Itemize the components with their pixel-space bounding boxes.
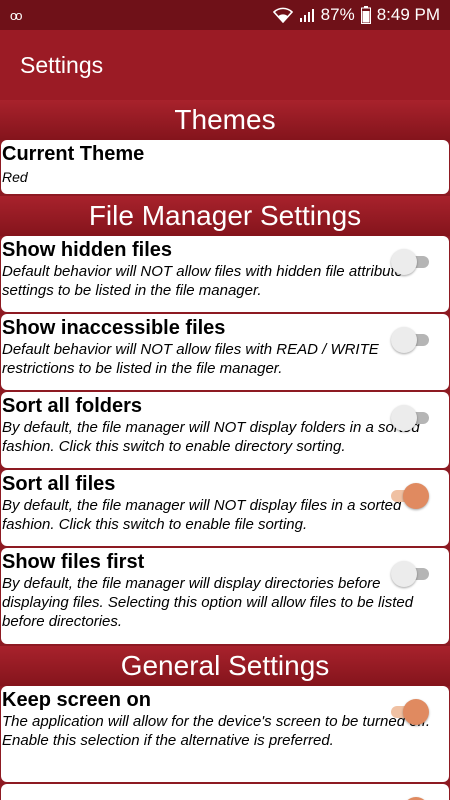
- show-files-first-toggle[interactable]: [391, 560, 429, 587]
- battery-percent: 87%: [320, 5, 355, 24]
- setting-description: Default behavior will NOT allow files wi…: [2, 263, 404, 299]
- setting-toggle[interactable]: [391, 796, 429, 800]
- setting-description: Default behavior will NOT allow files wi…: [2, 341, 379, 377]
- setting-title: Sort all folders: [2, 395, 143, 417]
- setting-show-inaccessible-files[interactable]: Show inaccessible files Default behavior…: [1, 314, 449, 390]
- keep-screen-on-toggle[interactable]: [391, 698, 429, 725]
- section-header-themes: Themes: [0, 100, 450, 140]
- voicemail-icon: oo: [10, 7, 23, 23]
- setting-description: By default, the file manager will NOT di…: [2, 497, 402, 533]
- setting-sort-all-folders[interactable]: Sort all folders By default, the file ma…: [1, 392, 449, 468]
- battery-icon: [360, 6, 371, 24]
- show-hidden-files-toggle[interactable]: [391, 248, 429, 275]
- sort-all-files-toggle[interactable]: [391, 482, 429, 509]
- setting-current-theme[interactable]: Current Theme Red: [1, 140, 449, 194]
- sort-all-folders-toggle[interactable]: [391, 404, 429, 431]
- settings-list[interactable]: Themes Current Theme Red File Manager Se…: [0, 100, 450, 800]
- status-bar: oo 87% 8:49 PM: [0, 0, 450, 30]
- setting-title: Show hidden files: [2, 239, 173, 261]
- wifi-icon: [272, 7, 293, 23]
- setting-description: The application will allow for the devic…: [2, 713, 431, 749]
- setting-description: By default, the file manager will displa…: [2, 575, 414, 630]
- setting-partially-visible[interactable]: [1, 784, 449, 800]
- setting-title: Keep screen on: [2, 689, 151, 711]
- app-bar: Settings: [0, 30, 450, 100]
- setting-description: By default, the file manager will NOT di…: [2, 419, 420, 455]
- signal-icon: [299, 9, 314, 22]
- section-header-file-manager: File Manager Settings: [0, 196, 450, 236]
- setting-title: Show files first: [2, 551, 145, 573]
- setting-title: Sort all files: [2, 473, 116, 495]
- show-inaccessible-files-toggle[interactable]: [391, 326, 429, 353]
- clock: 8:49 PM: [376, 5, 440, 24]
- page-title: Settings: [20, 51, 104, 78]
- setting-title: Show inaccessible files: [2, 317, 226, 339]
- section-header-general: General Settings: [0, 646, 450, 686]
- setting-value: Red: [2, 169, 28, 185]
- setting-show-hidden-files[interactable]: Show hidden files Default behavior will …: [1, 236, 449, 312]
- setting-sort-all-files[interactable]: Sort all files By default, the file mana…: [1, 470, 449, 546]
- setting-keep-screen-on[interactable]: Keep screen on The application will allo…: [1, 686, 449, 782]
- setting-title: Current Theme: [2, 143, 145, 165]
- setting-show-files-first[interactable]: Show files first By default, the file ma…: [1, 548, 449, 644]
